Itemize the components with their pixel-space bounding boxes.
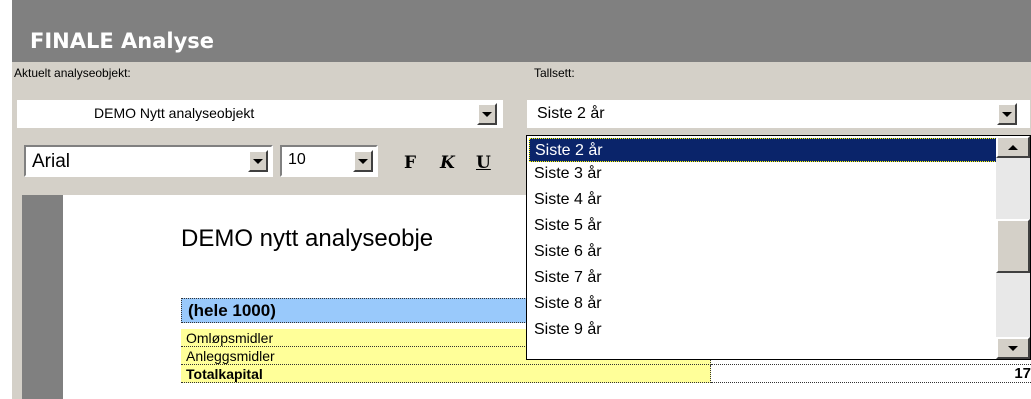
title-bar: FINALE Analyse <box>12 0 1031 62</box>
font-size-value: 10 <box>288 151 306 168</box>
font-select[interactable]: Arial <box>24 145 273 177</box>
dataset-selector-label: Tallsett: <box>534 66 575 80</box>
chevron-down-icon <box>482 111 492 117</box>
scroll-down-button[interactable] <box>996 337 1030 359</box>
dataset-dropdown-list[interactable]: Siste 2 år Siste 3 år Siste 4 år Siste 5… <box>526 135 1031 360</box>
font-select-value: Arial <box>32 151 71 172</box>
arrow-down-icon <box>1008 345 1018 351</box>
list-item[interactable]: Siste 3 år <box>529 162 1004 186</box>
object-select[interactable]: DEMO Nytt analyseobjekt <box>16 99 504 129</box>
document-title: DEMO nytt analyseobje <box>181 225 434 252</box>
dataset-dropdown-button[interactable] <box>997 103 1017 125</box>
row-label: Totalkapital <box>186 366 263 382</box>
row-label: Anleggsmidler <box>186 348 275 364</box>
scroll-up-button[interactable] <box>996 136 1030 158</box>
object-dropdown-button[interactable] <box>477 103 497 125</box>
object-select-value: DEMO Nytt analyseobjekt <box>94 105 255 121</box>
window-title: FINALE Analyse <box>30 29 215 53</box>
chevron-down-icon <box>253 158 263 164</box>
italic-button[interactable]: K <box>440 153 455 173</box>
dropdown-scrollbar[interactable] <box>996 136 1030 359</box>
row-value: 17 <box>1014 365 1031 382</box>
left-margin-ruler <box>22 195 63 399</box>
list-item[interactable]: Siste 2 år <box>529 138 999 162</box>
list-item[interactable]: Siste 6 år <box>529 240 1004 264</box>
table-row[interactable]: Totalkapital <box>181 365 711 383</box>
font-size-select[interactable]: 10 <box>280 145 378 177</box>
dataset-select[interactable]: Siste 2 år <box>526 99 1031 129</box>
dataset-select-value: Siste 2 år <box>537 105 605 122</box>
row-value-cell: 17 <box>711 365 1031 383</box>
bold-button[interactable]: F <box>404 153 416 173</box>
scrollbar-thumb[interactable] <box>996 219 1030 273</box>
list-item[interactable]: Siste 8 år <box>529 292 1004 316</box>
arrow-up-icon <box>1008 144 1018 150</box>
font-size-dropdown-button[interactable] <box>353 150 373 172</box>
list-item[interactable]: Siste 9 år <box>529 318 1004 342</box>
row-label: Omløpsmidler <box>186 330 274 346</box>
chevron-down-icon <box>358 158 368 164</box>
object-selector-label: Aktuelt analyseobjekt: <box>14 66 131 80</box>
list-item[interactable]: Siste 7 år <box>529 266 1004 290</box>
underline-button[interactable]: U <box>476 153 491 173</box>
list-item[interactable]: Siste 5 år <box>529 214 1004 238</box>
list-item[interactable]: Siste 4 år <box>529 188 1004 212</box>
table-header-cell: (hele 1000) <box>188 301 276 320</box>
font-dropdown-button[interactable] <box>248 150 268 172</box>
chevron-down-icon <box>1002 111 1012 117</box>
